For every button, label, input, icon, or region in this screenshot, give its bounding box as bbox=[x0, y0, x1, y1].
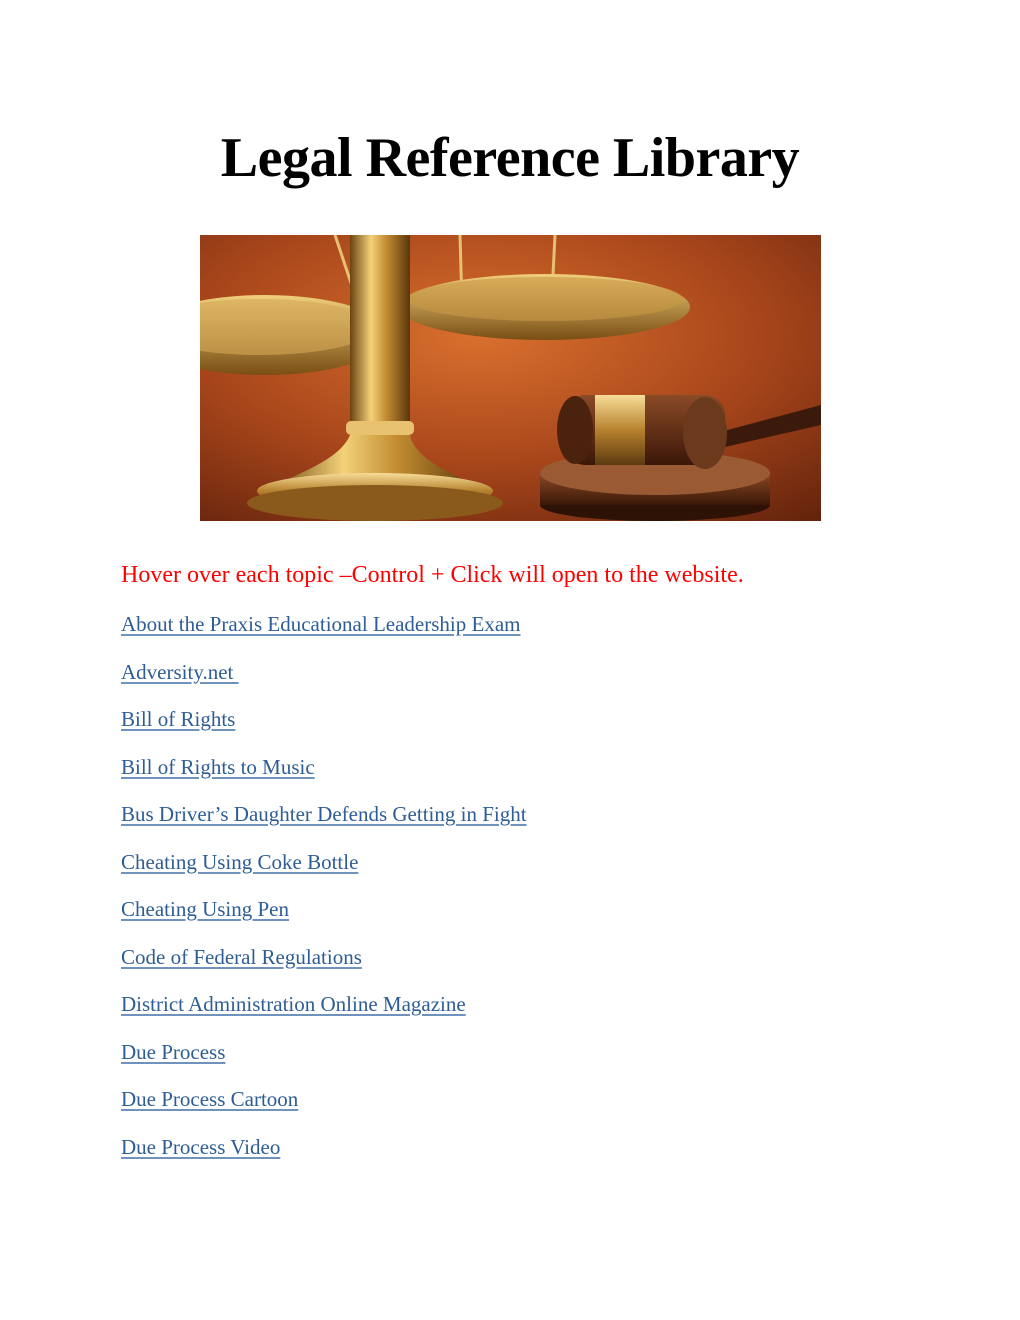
link-praxis-exam[interactable]: About the Praxis Educational Leadership … bbox=[121, 612, 520, 636]
link-due-process-video[interactable]: Due Process Video bbox=[121, 1135, 280, 1159]
list-item: Bill of Rights to Music bbox=[121, 752, 527, 800]
list-item: Adversity.net bbox=[121, 657, 527, 705]
list-item: Bill of Rights bbox=[121, 704, 527, 752]
list-item: About the Praxis Educational Leadership … bbox=[121, 609, 527, 657]
link-cheating-coke-bottle[interactable]: Cheating Using Coke Bottle bbox=[121, 850, 358, 874]
list-item: Bus Driver’s Daughter Defends Getting in… bbox=[121, 799, 527, 847]
list-item: Due Process Video bbox=[121, 1132, 527, 1180]
page-title: Legal Reference Library bbox=[220, 127, 800, 189]
link-bill-of-rights-music[interactable]: Bill of Rights to Music bbox=[121, 755, 315, 779]
link-bus-driver-daughter[interactable]: Bus Driver’s Daughter Defends Getting in… bbox=[121, 802, 527, 826]
hero-image bbox=[200, 235, 821, 521]
list-item: Cheating Using Coke Bottle bbox=[121, 847, 527, 895]
list-item: Due Process bbox=[121, 1037, 527, 1085]
link-due-process-cartoon[interactable]: Due Process Cartoon bbox=[121, 1087, 298, 1111]
scales-and-gavel-photo-icon bbox=[200, 235, 821, 521]
list-item: Code of Federal Regulations bbox=[121, 942, 527, 990]
link-district-administration[interactable]: District Administration Online Magazine bbox=[121, 992, 466, 1016]
list-item: Due Process Cartoon bbox=[121, 1084, 527, 1132]
link-code-federal-regulations[interactable]: Code of Federal Regulations bbox=[121, 945, 362, 969]
list-item: Cheating Using Pen bbox=[121, 894, 527, 942]
link-due-process[interactable]: Due Process bbox=[121, 1040, 225, 1064]
list-item: District Administration Online Magazine bbox=[121, 989, 527, 1037]
topic-link-list: About the Praxis Educational Leadership … bbox=[121, 609, 527, 1179]
link-adversity-net[interactable]: Adversity.net bbox=[121, 660, 239, 684]
instruction-text: Hover over each topic –Control + Click w… bbox=[121, 562, 744, 588]
link-cheating-pen[interactable]: Cheating Using Pen bbox=[121, 897, 289, 921]
link-bill-of-rights[interactable]: Bill of Rights bbox=[121, 707, 235, 731]
